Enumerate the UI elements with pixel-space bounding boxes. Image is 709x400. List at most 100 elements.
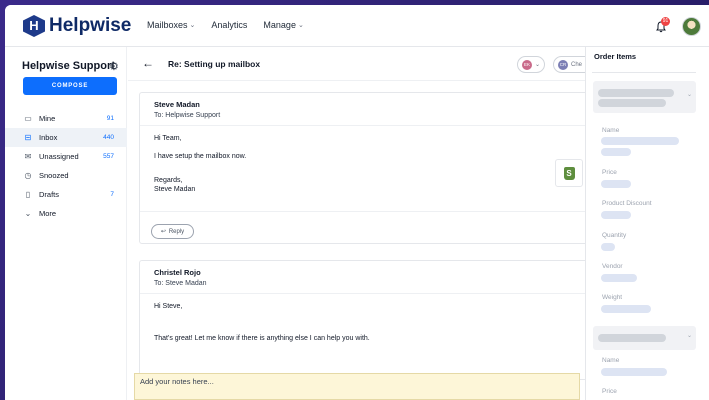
main-nav: Mailboxes ⌄ Analytics Manage ⌄ [147, 20, 304, 30]
message-line: Regards, [154, 176, 183, 184]
file-icon: ▯ [25, 190, 31, 199]
shopify-bag-icon: S [563, 166, 575, 180]
order-panel: Order Items ⌄ Name Price Product Discoun… [585, 47, 709, 400]
sidebar-item-unassigned[interactable]: ✉ Unassigned 557 [5, 147, 127, 166]
nav-mailboxes[interactable]: Mailboxes ⌄ [147, 20, 195, 30]
monitor-icon: ▭ [24, 114, 32, 123]
message-recipient: To: Steve Madan [154, 280, 207, 287]
app-window: Helpwise Mailboxes ⌄ Analytics Manage ⌄ … [5, 5, 709, 400]
gear-icon[interactable]: ⚙ [109, 60, 119, 73]
collaborator-label: Che [571, 61, 583, 68]
chevron-down-icon: ⌄ [535, 62, 541, 68]
divider [592, 72, 696, 73]
placeholder-bar [598, 89, 674, 97]
message-body: Hi Steve, That's great! Let me know if t… [140, 294, 590, 344]
message-sender: Steve Madan [154, 100, 200, 109]
sidebar-item-label: Inbox [39, 133, 58, 142]
assignee-selector[interactable]: EK ⌄ [517, 56, 546, 73]
reply-button[interactable]: ↩ Reply [151, 224, 194, 239]
conversation-view: ← Re: Setting up mailbox EK ⌄ CR Che Ste… [128, 47, 593, 400]
sidebar-item-mine[interactable]: ▭ Mine 91 [5, 109, 127, 128]
message-card: Steve Madan To: Helpwise Support Hi Team… [139, 92, 592, 244]
reply-label: Reply [168, 228, 185, 235]
back-arrow-icon[interactable]: ← [142, 56, 154, 70]
sidebar-item-label: More [39, 209, 57, 218]
workspace-name: Helpwise Support [22, 60, 115, 72]
field-label: Name [602, 357, 620, 364]
assignee-avatar: EK [522, 59, 532, 70]
field-label: Price [602, 169, 617, 176]
sidebar: Helpwise Support ⚙ COMPOSE ▭ Mine 91 ⊟ I… [5, 47, 127, 400]
message-sender: Christel Rojo [154, 268, 201, 277]
avatar[interactable] [682, 17, 701, 36]
conversation-subject: Re: Setting up mailbox [168, 59, 261, 69]
collaborator-avatar: CR [558, 59, 568, 70]
subject-bar: ← Re: Setting up mailbox EK ⌄ CR Che [128, 47, 593, 81]
brand-logo[interactable]: Helpwise [23, 15, 131, 37]
order-item-header[interactable]: ⌄ [593, 326, 696, 350]
message-line: I have setup the mailbox now. [154, 152, 247, 160]
message-line: Hi Team, [154, 135, 182, 142]
brand-name: Helpwise [49, 15, 132, 36]
placeholder-bar [601, 274, 637, 282]
sidebar-item-label: Snoozed [39, 171, 69, 180]
placeholder-bar [601, 305, 651, 313]
field-label: Vendor [602, 263, 623, 270]
placeholder-bar [601, 148, 631, 156]
divider [140, 211, 592, 212]
nav-analytics[interactable]: Analytics [211, 20, 247, 30]
message-line: Hi Steve, [154, 303, 183, 310]
clock-icon: ◷ [24, 171, 32, 180]
sidebar-item-inbox[interactable]: ⊟ Inbox 440 [5, 128, 127, 147]
sidebar-item-more[interactable]: ⌄ More [5, 204, 127, 223]
logo-icon [23, 15, 45, 37]
panel-title: Order Items [594, 52, 637, 61]
nav-label: Mailboxes [147, 20, 188, 30]
message-line: That's great! Let me know if there is an… [154, 334, 370, 342]
sidebar-item-count: 440 [103, 134, 114, 141]
message-recipient: To: Helpwise Support [154, 112, 221, 119]
sidebar-item-count: 91 [106, 115, 114, 122]
notification-badge: 91 [661, 17, 670, 26]
placeholder-bar [598, 99, 666, 107]
placeholder-bar [601, 180, 631, 188]
inbox-icon: ⊟ [24, 133, 32, 142]
message-header: Christel Rojo To: Steve Madan [140, 261, 590, 294]
field-label: Name [602, 127, 620, 134]
shopify-toggle[interactable]: S [555, 159, 583, 187]
field-label: Quantity [602, 232, 627, 239]
top-bar: Helpwise Mailboxes ⌄ Analytics Manage ⌄ … [5, 5, 709, 47]
nav-label: Analytics [211, 20, 248, 30]
chevron-down-icon: ⌄ [189, 22, 196, 29]
placeholder-bar [598, 334, 666, 342]
sidebar-item-snoozed[interactable]: ◷ Snoozed [5, 166, 127, 185]
chevron-down-icon: ⌄ [687, 92, 693, 98]
placeholder-bar [601, 211, 631, 219]
chevron-down-icon: ⌄ [297, 22, 304, 29]
field-label: Product Discount [602, 200, 652, 207]
nav-label: Manage [263, 20, 296, 30]
message-header: Steve Madan To: Helpwise Support [140, 93, 590, 126]
message-body: Hi Team, I have setup the mailbox now. R… [140, 126, 590, 195]
sidebar-item-label: Drafts [39, 190, 60, 199]
notes-input[interactable]: Add your notes here... [134, 373, 580, 400]
envelope-open-icon: ✉ [24, 152, 32, 161]
nav-manage[interactable]: Manage ⌄ [263, 20, 303, 30]
field-label: Weight [602, 294, 623, 301]
placeholder-bar [601, 137, 679, 145]
sidebar-item-count: 7 [110, 191, 114, 198]
folder-list: ▭ Mine 91 ⊟ Inbox 440 ✉ Unassigned 557 ◷… [5, 109, 127, 223]
reply-icon: ↩ [160, 229, 166, 235]
chevron-down-icon: ⌄ [687, 333, 693, 339]
placeholder-bar [601, 368, 667, 376]
message-card: Christel Rojo To: Steve Madan Hi Steve, … [139, 260, 591, 380]
message-line: Steve Madan [154, 186, 196, 194]
placeholder-bar [601, 243, 615, 251]
sidebar-item-label: Unassigned [39, 152, 79, 161]
order-item-header[interactable]: ⌄ [593, 81, 696, 113]
compose-button[interactable]: COMPOSE [23, 77, 117, 95]
chevron-down-icon: ⌄ [24, 209, 32, 218]
sidebar-item-label: Mine [39, 114, 56, 123]
sidebar-item-drafts[interactable]: ▯ Drafts 7 [5, 185, 127, 204]
sidebar-item-count: 557 [103, 153, 114, 160]
